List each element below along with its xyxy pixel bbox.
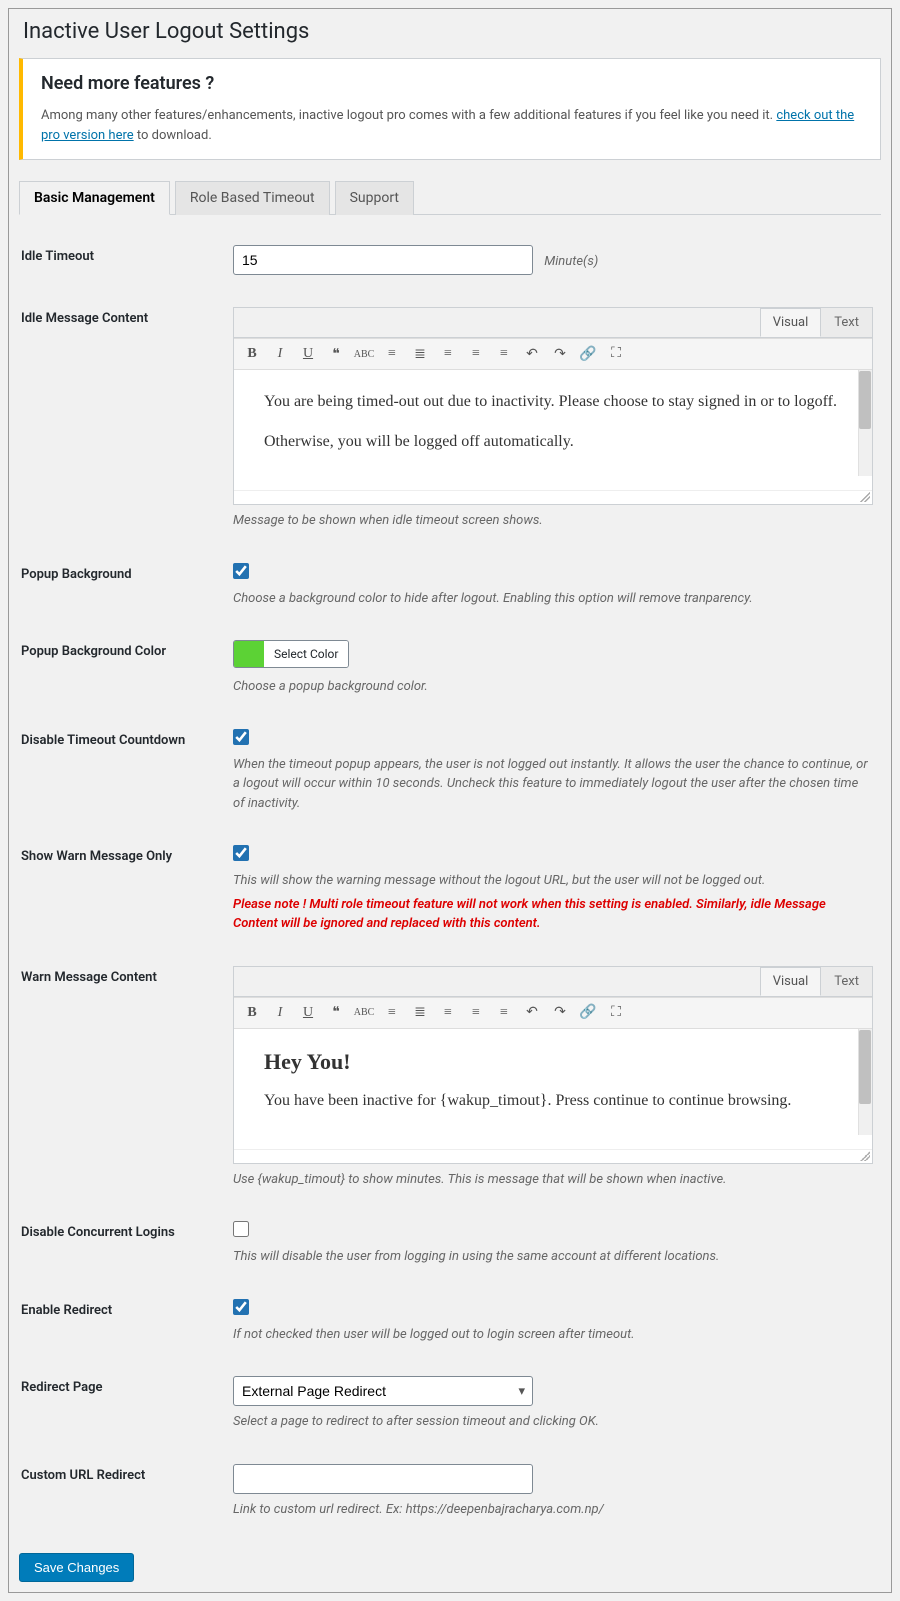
number-list-icon[interactable]: ≣ [410,1003,430,1023]
resize-grip[interactable] [860,492,870,502]
idle-timeout-input[interactable] [233,245,533,275]
custom-url-input[interactable] [233,1464,533,1494]
warn-msg-desc: Use {wakup_timout} to show minutes. This… [233,1170,873,1190]
custom-url-desc: Link to custom url redirect. Ex: https:/… [233,1500,873,1520]
scrollbar[interactable] [858,1029,872,1135]
countdown-desc: When the timeout popup appears, the user… [233,755,873,814]
bullet-list-icon[interactable]: ≡ [382,344,402,364]
notice-text: Among many other features/enhancements, … [41,106,862,145]
custom-url-label: Custom URL Redirect [21,1454,231,1540]
popup-bg-color-desc: Choose a popup background color. [233,677,873,697]
blockquote-icon[interactable]: ❝ [326,344,346,364]
editor-toolbar: B I U ❝ ABC ≡ ≣ ≡ ≡ ≡ ↶ ↷ 🔗 ⛶ [234,338,872,370]
idle-message-label: Idle Message Content [21,297,231,551]
blockquote-icon[interactable]: ❝ [326,1003,346,1023]
align-center-icon[interactable]: ≡ [466,344,486,364]
concurrent-desc: This will disable the user from logging … [233,1247,873,1267]
concurrent-label: Disable Concurrent Logins [21,1211,231,1287]
bullet-list-icon[interactable]: ≡ [382,1003,402,1023]
editor-tab-text[interactable]: Text [821,308,872,337]
warn-only-checkbox[interactable] [233,845,249,861]
bold-icon[interactable]: B [242,344,262,364]
warn-message-editor: B I U ❝ ABC ≡ ≣ ≡ ≡ ≡ ↶ ↷ 🔗 ⛶ [233,996,873,1164]
idle-message-editor: B I U ❝ ABC ≡ ≣ ≡ ≡ ≡ ↶ ↷ 🔗 ⛶ [233,337,873,505]
number-list-icon[interactable]: ≣ [410,344,430,364]
strikethrough-icon[interactable]: ABC [354,1003,374,1023]
color-picker-label: Select Color [264,641,348,667]
popup-bg-color-label: Popup Background Color [21,630,231,717]
page-title: Inactive User Logout Settings [19,9,881,58]
editor-toolbar-2: B I U ❝ ABC ≡ ≣ ≡ ≡ ≡ ↶ ↷ 🔗 ⛶ [234,997,872,1029]
tab-support[interactable]: Support [335,181,414,215]
disable-countdown-label: Disable Timeout Countdown [21,719,231,834]
editor-tab-text-2[interactable]: Text [821,967,872,996]
link-icon[interactable]: 🔗 [578,344,598,364]
underline-icon[interactable]: U [298,344,318,364]
idle-timeout-label: Idle Timeout [21,235,231,295]
tab-nav: Basic Management Role Based Timeout Supp… [19,180,881,215]
fullscreen-icon[interactable]: ⛶ [606,344,626,364]
idle-message-content[interactable]: You are being timed-out out due to inact… [234,370,872,490]
color-swatch [234,641,264,667]
tab-role-based-timeout[interactable]: Role Based Timeout [175,181,330,215]
align-left-icon[interactable]: ≡ [438,344,458,364]
editor-tab-visual[interactable]: Visual [760,308,822,337]
enable-redirect-desc: If not checked then user will be logged … [233,1325,873,1345]
popup-bg-checkbox[interactable] [233,563,249,579]
bold-icon[interactable]: B [242,1003,262,1023]
align-left-icon[interactable]: ≡ [438,1003,458,1023]
resize-grip[interactable] [860,1151,870,1161]
warn-only-note: Please note ! Multi role timeout feature… [233,895,873,934]
italic-icon[interactable]: I [270,1003,290,1023]
align-center-icon[interactable]: ≡ [466,1003,486,1023]
tab-basic-management[interactable]: Basic Management [19,181,170,215]
warn-only-desc: This will show the warning message witho… [233,871,873,891]
editor-tab-visual-2[interactable]: Visual [760,967,822,996]
enable-redirect-label: Enable Redirect [21,1289,231,1365]
redo-icon[interactable]: ↷ [550,1003,570,1023]
disable-countdown-checkbox[interactable] [233,729,249,745]
popup-bg-desc: Choose a background color to hide after … [233,589,873,609]
notice-heading: Need more features ? [41,73,862,94]
color-picker[interactable]: Select Color [233,640,349,668]
undo-icon[interactable]: ↶ [522,1003,542,1023]
scrollbar[interactable] [858,370,872,476]
concurrent-checkbox[interactable] [233,1221,249,1237]
strikethrough-icon[interactable]: ABC [354,344,374,364]
warn-only-label: Show Warn Message Only [21,835,231,954]
warn-message-content[interactable]: Hey You! You have been inactive for {wak… [234,1029,872,1149]
redirect-page-desc: Select a page to redirect to after sessi… [233,1412,873,1432]
redirect-page-label: Redirect Page [21,1366,231,1452]
fullscreen-icon[interactable]: ⛶ [606,1003,626,1023]
warn-message-label: Warn Message Content [21,956,231,1210]
popup-bg-label: Popup Background [21,553,231,629]
underline-icon[interactable]: U [298,1003,318,1023]
align-right-icon[interactable]: ≡ [494,344,514,364]
idle-msg-desc: Message to be shown when idle timeout sc… [233,511,873,531]
save-button[interactable]: Save Changes [19,1553,134,1582]
redo-icon[interactable]: ↷ [550,344,570,364]
minute-unit: Minute(s) [544,254,598,269]
redirect-page-select[interactable]: External Page Redirect [233,1376,533,1406]
link-icon[interactable]: 🔗 [578,1003,598,1023]
undo-icon[interactable]: ↶ [522,344,542,364]
pro-notice: Need more features ? Among many other fe… [19,58,881,160]
align-right-icon[interactable]: ≡ [494,1003,514,1023]
italic-icon[interactable]: I [270,344,290,364]
enable-redirect-checkbox[interactable] [233,1299,249,1315]
